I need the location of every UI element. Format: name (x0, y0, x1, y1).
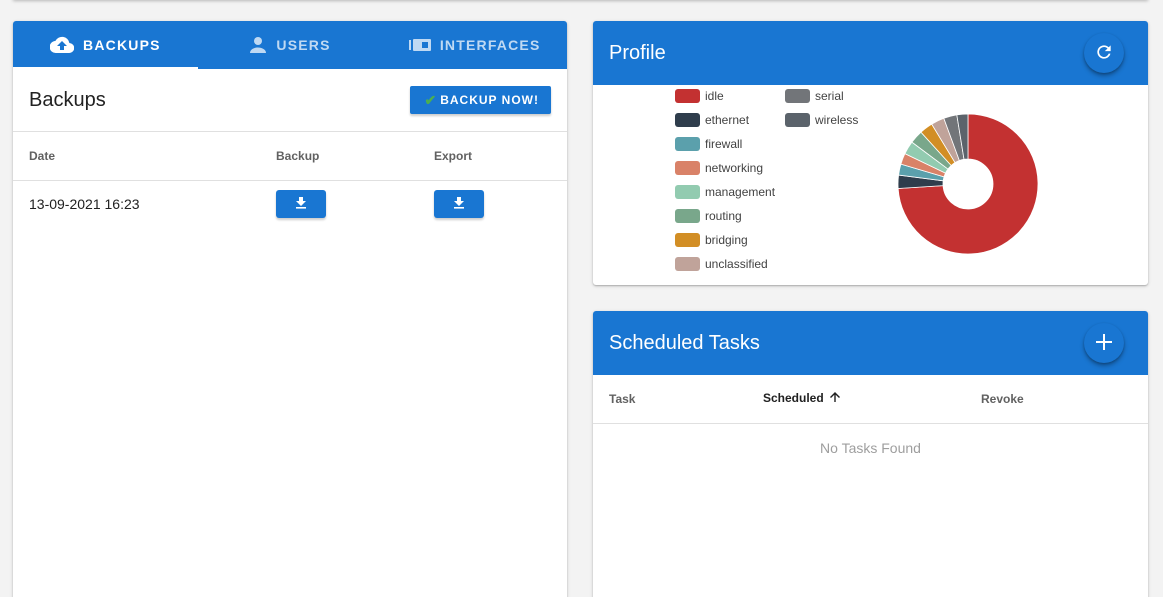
profile-donut-chart (898, 114, 1038, 254)
profile-card: Profile idle ethernet firewall networking ma… (593, 21, 1148, 285)
table-header-row: Task Scheduled Revoke (593, 375, 1148, 424)
legend-label: idle (705, 89, 724, 103)
backup-date: 13-09-2021 16:23 (29, 196, 140, 213)
refresh-button[interactable] (1084, 33, 1124, 73)
empty-state-text: No Tasks Found (820, 439, 921, 456)
profile-title: Profile (609, 41, 666, 64)
table-row: 13-09-2021 16:23 (13, 180, 567, 228)
legend-item-firewall[interactable]: firewall (675, 137, 742, 151)
tasks-title: Scheduled Tasks (609, 331, 760, 354)
legend-item-unclassified[interactable]: unclassified (675, 257, 768, 271)
person-icon (249, 36, 267, 54)
add-task-button[interactable] (1084, 323, 1124, 363)
download-icon (453, 196, 465, 212)
legend-swatch (675, 209, 700, 223)
tab-bar: BACKUPS USERS INTERFACES (13, 21, 567, 69)
legend-swatch (675, 89, 700, 103)
column-header-export[interactable]: Export (418, 132, 567, 181)
column-header-task[interactable]: Task (593, 375, 747, 424)
tasks-header: Scheduled Tasks (593, 311, 1148, 375)
legend-swatch (675, 137, 700, 151)
legend-item-ethernet[interactable]: ethernet (675, 113, 749, 127)
legend-item-serial[interactable]: serial (785, 89, 844, 103)
legend-label: unclassified (705, 257, 768, 271)
backups-card: BACKUPS USERS INTERFACES Backups ✔ BACKU… (13, 21, 567, 597)
download-icon (295, 196, 307, 212)
backup-now-label: BACKUP NOW! (440, 93, 539, 107)
tab-backups-label: BACKUPS (83, 37, 161, 53)
chart-legend: idle ethernet firewall networking management… (675, 89, 895, 279)
legend-swatch (785, 113, 810, 127)
legend-label: wireless (815, 113, 859, 127)
arrow-up-icon (829, 391, 841, 406)
table-header-row: Date Backup Export (13, 132, 567, 181)
tab-users-label: USERS (276, 37, 331, 53)
tab-interfaces-label: INTERFACES (439, 37, 541, 53)
legend-swatch (785, 89, 810, 103)
scheduled-tasks-card: Scheduled Tasks Task Scheduled Revoke No… (593, 311, 1148, 597)
download-export-button[interactable] (434, 190, 484, 219)
legend-swatch (675, 161, 700, 175)
tasks-table: Task Scheduled Revoke (593, 375, 1148, 424)
check-icon: ✔ (424, 91, 438, 108)
tab-users[interactable]: USERS (198, 21, 383, 69)
active-tab-indicator (13, 67, 198, 69)
legend-item-management[interactable]: management (675, 185, 775, 199)
backup-now-button[interactable]: ✔ BACKUP NOW! (410, 86, 551, 114)
legend-label: ethernet (705, 113, 750, 127)
tab-backups[interactable]: BACKUPS (13, 21, 198, 69)
legend-label: management (705, 185, 776, 199)
backups-header: Backups ✔ BACKUP NOW! (13, 69, 567, 132)
legend-item-idle[interactable]: idle (675, 89, 724, 103)
legend-item-wireless[interactable]: wireless (785, 113, 858, 127)
backups-table: Date Backup Export 13-09-2021 16:23 (13, 132, 567, 228)
legend-item-bridging[interactable]: bridging (675, 233, 748, 247)
network-interface-icon (408, 38, 431, 52)
refresh-icon (1094, 42, 1114, 65)
legend-label: routing (705, 209, 742, 223)
legend-label: firewall (705, 137, 743, 151)
cloud-upload-icon (50, 36, 75, 54)
legend-swatch (675, 257, 700, 271)
profile-header: Profile (593, 21, 1148, 85)
legend-swatch (675, 113, 700, 127)
legend-item-routing[interactable]: routing (675, 209, 742, 223)
legend-label: networking (705, 161, 764, 175)
column-header-scheduled-label: Scheduled (763, 391, 824, 406)
legend-swatch (675, 233, 700, 247)
legend-label: bridging (705, 233, 748, 247)
column-header-backup[interactable]: Backup (260, 132, 418, 181)
plus-icon (1096, 333, 1112, 353)
legend-item-networking[interactable]: networking (675, 161, 763, 175)
column-header-revoke[interactable]: Revoke (965, 375, 1148, 424)
download-backup-button[interactable] (276, 190, 326, 219)
column-header-scheduled[interactable]: Scheduled (747, 375, 965, 424)
column-header-date[interactable]: Date (13, 132, 260, 181)
legend-swatch (675, 185, 700, 199)
backups-title: Backups (29, 88, 106, 111)
tab-interfaces[interactable]: INTERFACES (382, 21, 567, 69)
legend-label: serial (815, 89, 844, 103)
